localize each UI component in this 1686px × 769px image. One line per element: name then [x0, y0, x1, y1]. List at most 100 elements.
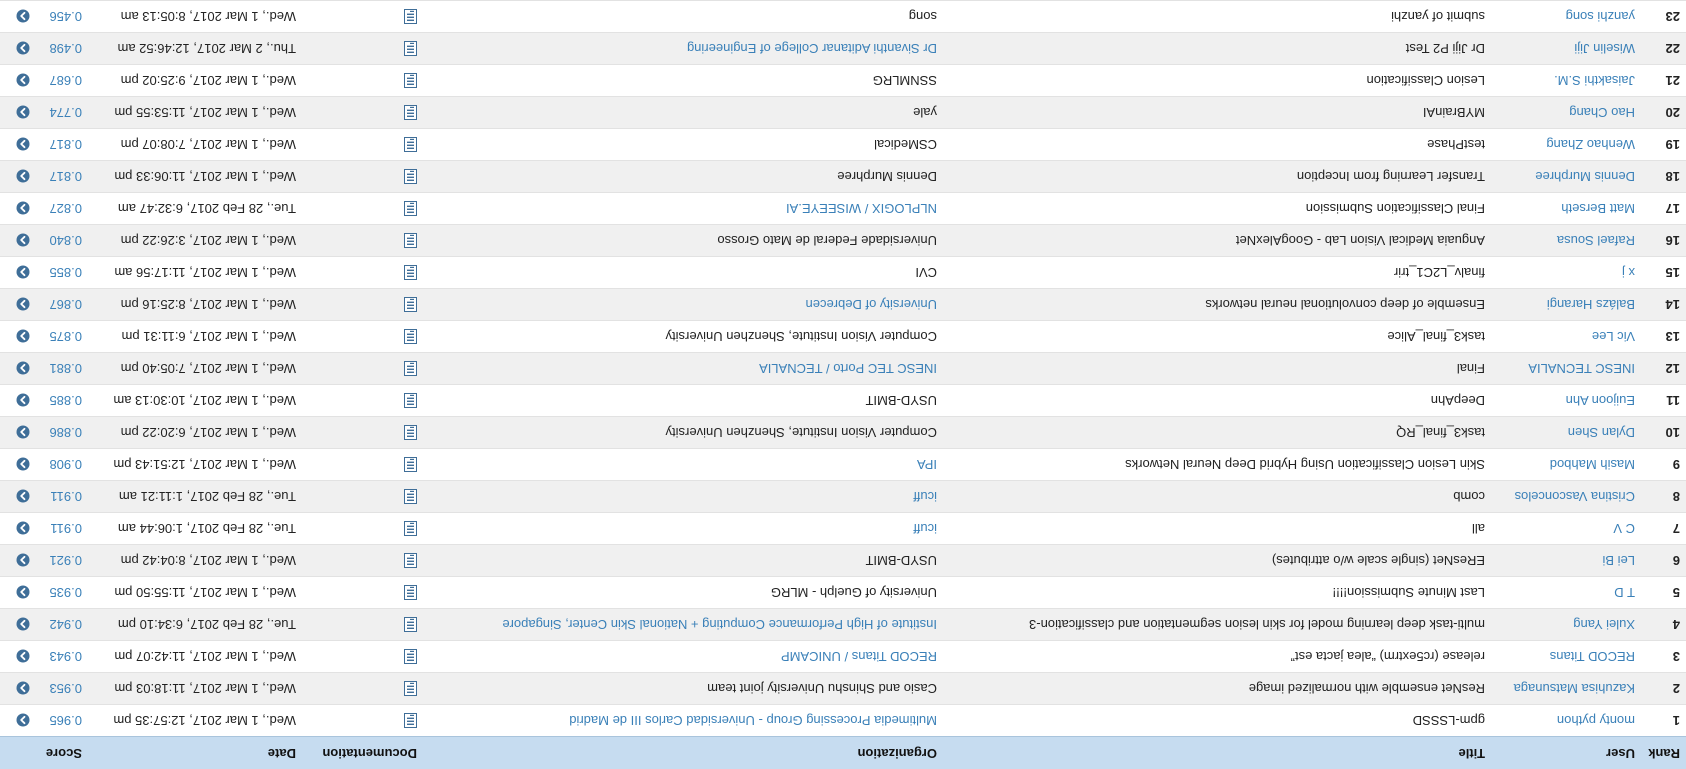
chevron-right-circle-icon[interactable] — [16, 457, 30, 471]
organization-cell: RECOD Titans / UNICAMP — [423, 641, 943, 673]
chevron-right-circle-icon[interactable] — [16, 233, 30, 247]
organization-cell: Computer Vision Institute, Shenzhen Univ… — [423, 321, 943, 353]
chevron-right-circle-icon[interactable] — [16, 617, 30, 631]
chevron-right-circle-icon[interactable] — [16, 201, 30, 215]
document-icon[interactable] — [404, 40, 417, 56]
user-link[interactable]: Wenhao Zhang — [1546, 138, 1635, 153]
document-icon[interactable] — [404, 232, 417, 248]
organization-cell: IPA — [423, 449, 943, 481]
chevron-right-circle-icon[interactable] — [16, 41, 30, 55]
user-link[interactable]: x j — [1622, 266, 1635, 281]
chevron-right-circle-icon[interactable] — [16, 713, 30, 727]
document-icon[interactable] — [404, 424, 417, 440]
chevron-right-circle-icon[interactable] — [16, 297, 30, 311]
document-icon[interactable] — [404, 168, 417, 184]
document-icon[interactable] — [404, 552, 417, 568]
user-link[interactable]: T D — [1614, 586, 1635, 601]
user-link[interactable]: Dennis Murphree — [1535, 170, 1635, 185]
score-header[interactable]: Score — [36, 737, 88, 769]
title-header[interactable]: Title — [943, 737, 1491, 769]
user-link[interactable]: Matt Berseth — [1561, 202, 1635, 217]
user-link[interactable]: Lei Bi — [1602, 554, 1635, 569]
score-value: 0.840 — [49, 233, 82, 249]
chevron-right-circle-icon[interactable] — [16, 9, 30, 23]
organization-link[interactable]: University of Debrecen — [806, 298, 938, 313]
document-icon[interactable] — [404, 392, 417, 408]
chevron-right-circle-icon[interactable] — [16, 361, 30, 375]
organization-header[interactable]: Organization — [423, 737, 943, 769]
user-link[interactable]: Euijoon Ahn — [1566, 394, 1635, 409]
organization-link[interactable]: INESC TEC Porto / TECNALIA — [759, 362, 937, 377]
chevron-right-circle-icon[interactable] — [16, 553, 30, 567]
chevron-right-circle-icon[interactable] — [16, 137, 30, 151]
organization-link[interactable]: Institute of High Performance Computing … — [502, 618, 937, 633]
organization-link[interactable]: icuff — [913, 522, 937, 537]
user-link[interactable]: Jaisakthi S.M. — [1554, 74, 1635, 89]
organization-link[interactable]: IPA — [917, 458, 937, 473]
document-icon[interactable] — [404, 584, 417, 600]
user-link[interactable]: Masih Mahbod — [1550, 458, 1635, 473]
organization-link[interactable]: Multimedia Processing Group - Universida… — [569, 714, 937, 729]
document-icon[interactable] — [404, 520, 417, 536]
user-link[interactable]: monty python — [1557, 714, 1635, 729]
user-link[interactable]: Cristina Vasconcelos — [1515, 490, 1635, 505]
user-link[interactable]: yanzhi song — [1566, 10, 1635, 25]
user-cell: Rafael Sousa — [1491, 225, 1641, 257]
rank-header[interactable]: Rank — [1641, 737, 1686, 769]
user-link[interactable]: Rafael Sousa — [1557, 234, 1635, 249]
details-cell — [0, 321, 36, 353]
user-link[interactable]: INESC TECNALIA — [1528, 362, 1635, 377]
chevron-right-circle-icon[interactable] — [16, 329, 30, 343]
chevron-right-circle-icon[interactable] — [16, 649, 30, 663]
score-cell: 0.965 — [36, 705, 88, 737]
user-link[interactable]: RECOD Titans — [1550, 650, 1635, 665]
organization-link[interactable]: icuff — [913, 490, 937, 505]
document-icon[interactable] — [404, 488, 417, 504]
chevron-right-circle-icon[interactable] — [16, 265, 30, 279]
document-icon[interactable] — [404, 200, 417, 216]
chevron-right-circle-icon[interactable] — [16, 425, 30, 439]
organization-cell: CSMedical — [423, 129, 943, 161]
chevron-right-circle-icon[interactable] — [16, 585, 30, 599]
document-icon[interactable] — [404, 296, 417, 312]
table-row: 3 RECOD Titans release (rc5extrm) “alea … — [0, 641, 1686, 673]
chevron-right-circle-icon[interactable] — [16, 105, 30, 119]
user-link[interactable]: Wiselin Jiji — [1574, 42, 1635, 57]
user-link[interactable]: Xulei Yang — [1573, 618, 1635, 633]
chevron-right-circle-icon[interactable] — [16, 169, 30, 183]
document-icon[interactable] — [404, 72, 417, 88]
table-row: 9 Masih Mahbod Skin Lesion Classificatio… — [0, 449, 1686, 481]
document-icon[interactable] — [404, 328, 417, 344]
user-link[interactable]: C V — [1613, 522, 1635, 537]
document-icon[interactable] — [404, 8, 417, 24]
documentation-header[interactable]: Documentation — [302, 737, 423, 769]
user-link[interactable]: Hao Chang — [1569, 106, 1635, 121]
chevron-right-circle-icon[interactable] — [16, 521, 30, 535]
user-link[interactable]: Balázs Harangi — [1547, 298, 1635, 313]
document-icon[interactable] — [404, 616, 417, 632]
organization-link[interactable]: Dr Sivanthi Aditanar College of Engineer… — [687, 42, 937, 57]
user-link[interactable]: Kazuhisa Matsunaga — [1514, 682, 1635, 697]
document-icon[interactable] — [404, 648, 417, 664]
document-icon[interactable] — [404, 680, 417, 696]
document-icon[interactable] — [404, 456, 417, 472]
document-icon[interactable] — [404, 136, 417, 152]
organization-link[interactable]: RECOD Titans / UNICAMP — [781, 650, 937, 665]
document-icon[interactable] — [404, 712, 417, 728]
score-cell: 0.911 — [36, 513, 88, 545]
document-icon[interactable] — [404, 264, 417, 280]
chevron-right-circle-icon[interactable] — [16, 681, 30, 695]
date-header[interactable]: Date — [88, 737, 302, 769]
user-link[interactable]: Vic Lee — [1592, 330, 1635, 345]
organization-link[interactable]: NLPLOGIX / WISEEYE.AI — [786, 202, 937, 217]
score-cell: 0.943 — [36, 641, 88, 673]
document-icon[interactable] — [404, 104, 417, 120]
chevron-right-circle-icon[interactable] — [16, 489, 30, 503]
chevron-right-circle-icon[interactable] — [16, 73, 30, 87]
document-icon[interactable] — [404, 360, 417, 376]
details-cell — [0, 705, 36, 737]
user-link[interactable]: Dylan Shen — [1568, 426, 1635, 441]
score-value: 0.911 — [50, 489, 82, 505]
user-header[interactable]: User — [1491, 737, 1641, 769]
chevron-right-circle-icon[interactable] — [16, 393, 30, 407]
